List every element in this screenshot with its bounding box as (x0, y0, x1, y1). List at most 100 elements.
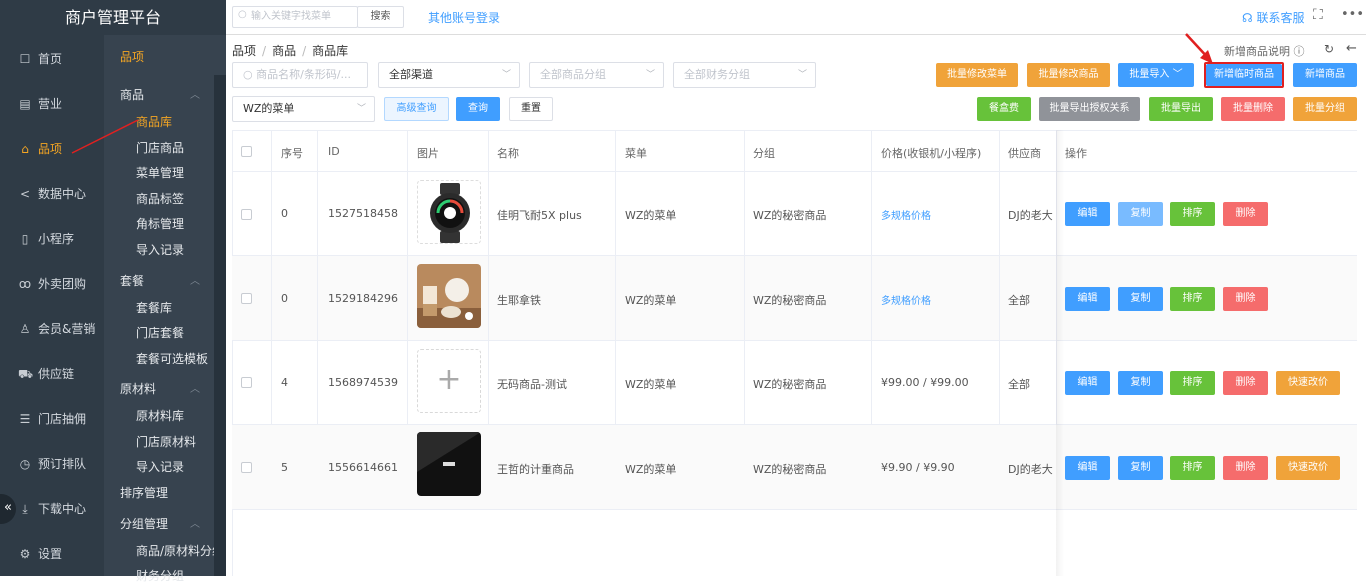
nav-label: 门店抽佣 (38, 412, 87, 426)
subnav-item-menu-manage[interactable]: 菜单管理 (136, 164, 184, 181)
multi-spec-price-link[interactable]: 多规格价格 (881, 207, 931, 222)
nav-label: 会员&营销 (38, 322, 96, 336)
copy-button[interactable]: 复制 (1118, 456, 1163, 480)
batch-export-auth-button[interactable]: 批量导出授权关系 (1039, 97, 1140, 121)
subnav-item-goods-tags[interactable]: 商品标签 (136, 190, 184, 207)
nav-business[interactable]: ▤ 营业 (0, 89, 104, 119)
menu-search-button[interactable]: 搜索 (357, 6, 404, 28)
subnav-item-combo-library[interactable]: 套餐库 (136, 299, 172, 316)
other-account-login-link[interactable]: 其他账号登录 (428, 9, 500, 26)
product-image-device[interactable] (417, 432, 481, 496)
cell-menu: WZ的菜单 (625, 209, 677, 222)
batch-group-button[interactable]: 批量分组 (1293, 97, 1357, 121)
copy-button[interactable]: 复制 (1118, 371, 1163, 395)
sort-button[interactable]: 排序 (1170, 287, 1215, 311)
subnav-item-material-import[interactable]: 导入记录 (136, 458, 184, 475)
search-icon: ○ (238, 9, 247, 20)
query-button[interactable]: 查询 (456, 97, 500, 121)
row-checkbox[interactable] (241, 209, 252, 220)
delete-button[interactable]: 删除 (1223, 202, 1268, 226)
subnav-item-combo-template[interactable]: 套餐可选模板 (136, 350, 208, 367)
box-fee-button[interactable]: 餐盒费 (977, 97, 1031, 121)
batch-delete-button[interactable]: 批量删除 (1221, 97, 1285, 121)
image-placeholder-plus-icon[interactable]: + (417, 349, 481, 413)
header-id[interactable]: ID (328, 145, 340, 158)
fullscreen-icon[interactable]: ⛶ (1313, 7, 1323, 23)
cell-seq: 5 (281, 461, 288, 474)
edit-button[interactable]: 编辑 (1065, 287, 1110, 311)
back-arrow-icon[interactable]: ← (1346, 41, 1357, 56)
copy-button[interactable]: 复制 (1118, 287, 1163, 311)
menu-search-input[interactable]: 输入关键字找菜单 (232, 6, 358, 28)
nav-supply[interactable]: ⛟ 供应链 (0, 359, 104, 389)
nav-commission[interactable]: ☰ 门店抽佣 (0, 404, 104, 434)
subnav-item-material-library[interactable]: 原材料库 (136, 407, 184, 424)
group-combo[interactable]: 套餐 (120, 272, 144, 289)
sort-button[interactable]: 排序 (1170, 371, 1215, 395)
channel-select[interactable]: 全部渠道 ﹀ (378, 62, 520, 88)
edit-button[interactable]: 编辑 (1065, 456, 1110, 480)
cell-price: ¥9.90 / ¥9.90 (881, 461, 955, 474)
app-title: 商户管理平台 (0, 0, 226, 35)
help-link[interactable]: 新增商品说明 ⓘ (1224, 43, 1305, 59)
nav-member[interactable]: ♙ 会员&营销 (0, 314, 104, 344)
nav-data-center[interactable]: < 数据中心 (0, 179, 104, 209)
contact-support-link[interactable]: ☊ 联系客服 (1242, 9, 1305, 26)
sort-button[interactable]: 排序 (1170, 456, 1215, 480)
batch-edit-menu-button[interactable]: 批量修改菜单 (936, 63, 1018, 87)
subnav-item-store-combo[interactable]: 门店套餐 (136, 324, 184, 341)
product-image-watch[interactable] (417, 180, 481, 244)
multi-spec-price-link[interactable]: 多规格价格 (881, 292, 931, 307)
more-icon[interactable]: ••• (1341, 7, 1364, 22)
edit-button[interactable]: 编辑 (1065, 371, 1110, 395)
quick-price-button[interactable]: 快速改价 (1276, 456, 1340, 480)
finance-category-select[interactable]: 全部财务分组 ﹀ (673, 62, 816, 88)
refresh-icon[interactable]: ↻ (1324, 42, 1334, 56)
group-goods[interactable]: 商品 (120, 86, 144, 103)
reset-button[interactable]: 重置 (509, 97, 553, 121)
batch-export-button[interactable]: 批量导出 (1149, 97, 1213, 121)
group-category[interactable]: 分组管理 (120, 515, 168, 532)
delete-button[interactable]: 删除 (1223, 287, 1268, 311)
subnav-item-store-material[interactable]: 门店原材料 (136, 433, 196, 450)
sort-button[interactable]: 排序 (1170, 202, 1215, 226)
edit-button[interactable]: 编辑 (1065, 202, 1110, 226)
row-checkbox[interactable] (241, 377, 252, 388)
subnav-item-store-goods[interactable]: 门店商品 (136, 139, 184, 156)
nav-settings[interactable]: ⚙ 设置 (0, 539, 104, 569)
group-sort[interactable]: 排序管理 (120, 484, 168, 501)
select-all-checkbox[interactable] (241, 146, 252, 157)
cell-group: WZ的秘密商品 (753, 209, 827, 222)
subnav-item-goods-category[interactable]: 商品/原材料分组 (136, 542, 214, 559)
header-seq[interactable]: 序号 (281, 145, 303, 161)
column-divider (317, 130, 318, 425)
subnav-item-goods-library[interactable]: 商品库 (136, 113, 172, 130)
bag-icon: ⌂ (21, 142, 29, 156)
goods-category-select[interactable]: 全部商品分组 ﹀ (529, 62, 664, 88)
delete-button[interactable]: 删除 (1223, 456, 1268, 480)
add-goods-button[interactable]: 新增商品 (1293, 63, 1357, 87)
delete-button[interactable]: 删除 (1223, 371, 1268, 395)
nav-booking[interactable]: ◷ 预订排队 (0, 449, 104, 479)
sidebar-scrollbar[interactable] (214, 75, 226, 576)
keyword-search-input[interactable]: ○ 商品名称/条形码/... (232, 62, 368, 88)
batch-edit-goods-button[interactable]: 批量修改商品 (1027, 63, 1110, 87)
advanced-query-button[interactable]: 高级查询 (384, 97, 449, 121)
breadcrumb-item[interactable]: 商品 (272, 44, 296, 58)
subnav-item-badge-manage[interactable]: 角标管理 (136, 215, 184, 232)
batch-import-button[interactable]: 批量导入 ﹀ (1118, 63, 1194, 87)
header-price: 价格(收银机/小程序) (881, 147, 982, 160)
row-checkbox[interactable] (241, 462, 252, 473)
menu-select[interactable]: WZ的菜单 ﹀ (232, 96, 375, 122)
breadcrumb-item[interactable]: 品项 (232, 44, 256, 58)
quick-price-button[interactable]: 快速改价 (1276, 371, 1340, 395)
subnav-item-import-log[interactable]: 导入记录 (136, 241, 184, 258)
group-material[interactable]: 原材料 (120, 380, 156, 397)
nav-miniprogram[interactable]: ▯ 小程序 (0, 224, 104, 254)
nav-takeout[interactable]: ꝏ 外卖团购 (0, 269, 104, 299)
nav-home[interactable]: ☐ 首页 (0, 44, 104, 74)
nav-items[interactable]: ⌂ 品项 (0, 134, 104, 164)
row-checkbox[interactable] (241, 293, 252, 304)
copy-button[interactable]: 复制 (1118, 202, 1163, 226)
product-image-latte[interactable] (417, 264, 481, 328)
